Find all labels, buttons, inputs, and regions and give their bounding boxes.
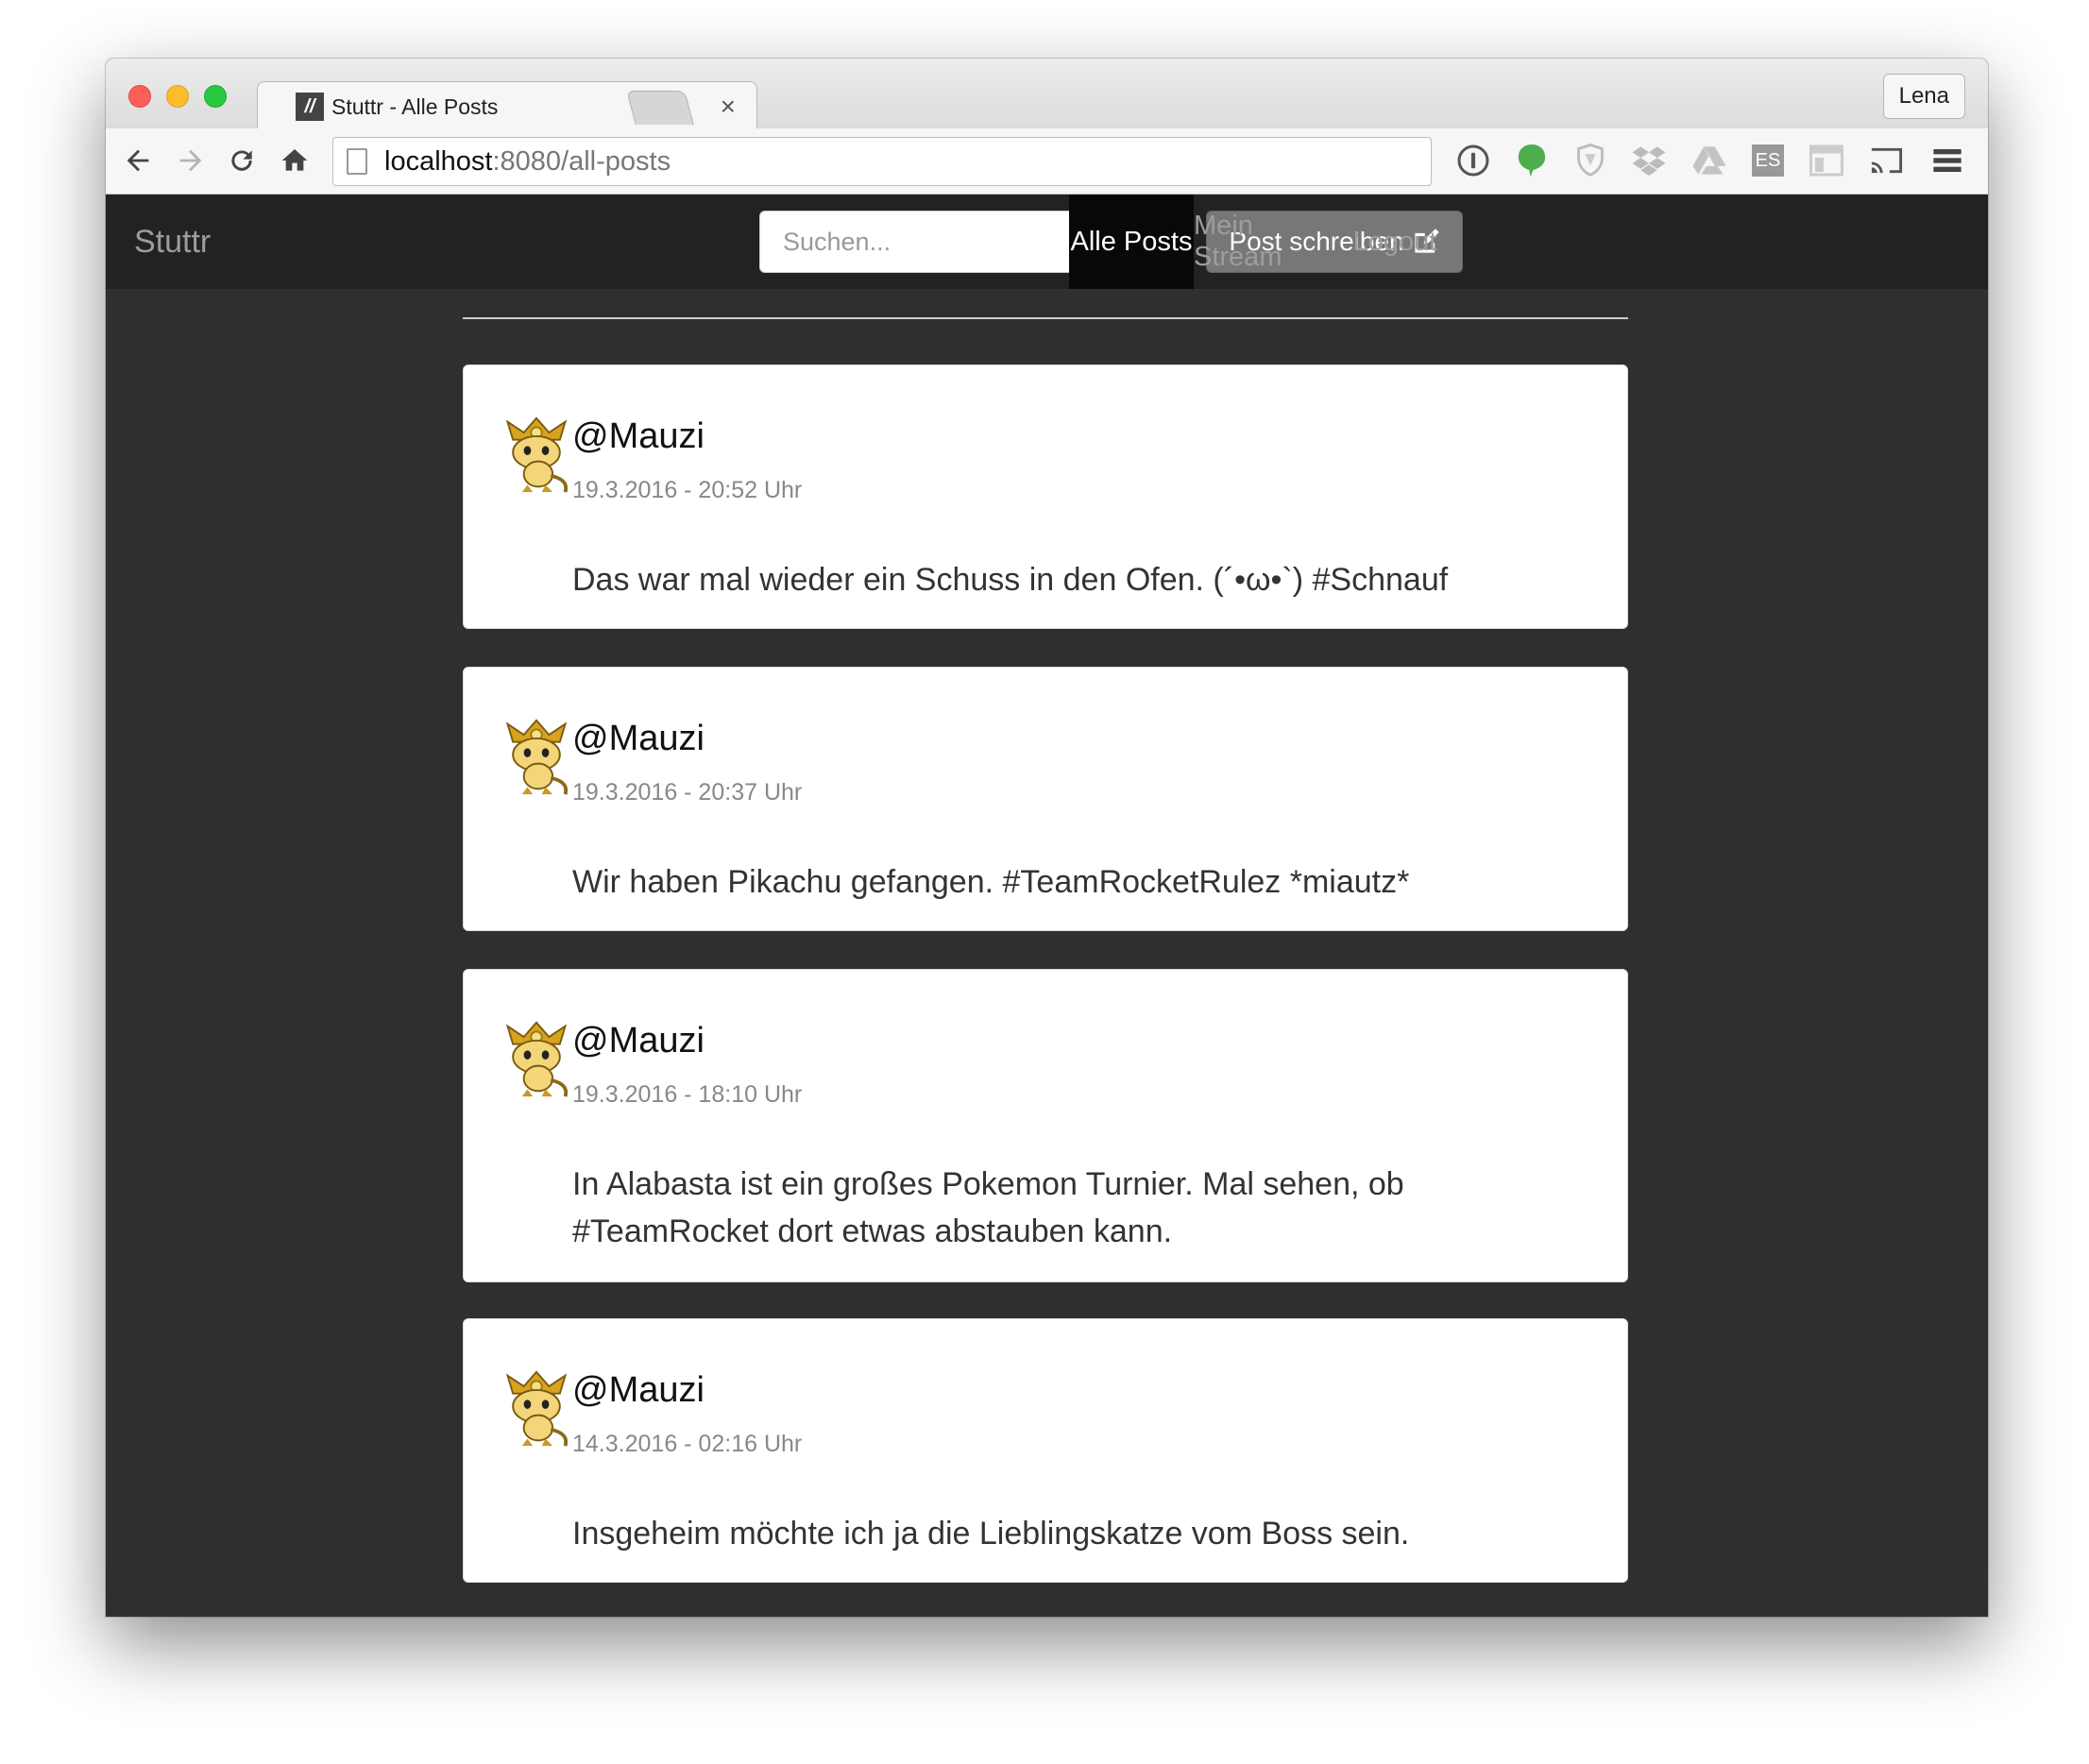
url-path: :8080/all-posts <box>492 145 671 177</box>
reload-icon[interactable] <box>223 142 261 179</box>
url-host: localhost <box>384 145 493 177</box>
brand-logo[interactable]: Stuttr <box>134 195 211 289</box>
avatar <box>505 1021 569 1097</box>
minimize-window-button[interactable] <box>166 85 189 108</box>
shield-icon[interactable] <box>1571 142 1609 179</box>
evernote-icon[interactable] <box>1513 142 1551 179</box>
es-label: ES <box>1752 144 1784 177</box>
es-icon[interactable]: ES <box>1749 142 1787 179</box>
dropbox-icon[interactable] <box>1630 142 1668 179</box>
nav-all-posts[interactable]: Alle Posts <box>1069 195 1194 289</box>
app-navbar: Stuttr Post schreiben Alle Posts Mein St… <box>106 195 1988 289</box>
forward-icon[interactable] <box>172 142 210 179</box>
post-date: 19.3.2016 - 18:10 Uhr <box>572 1081 803 1108</box>
tab-title: Stuttr - Alle Posts <box>331 93 499 119</box>
nav-logout[interactable]: Logout <box>1339 195 1451 289</box>
post-username[interactable]: @Mauzi <box>572 719 705 759</box>
post-username[interactable]: @Mauzi <box>572 416 705 457</box>
maximize-window-button[interactable] <box>204 85 227 108</box>
profile-button[interactable]: Lena <box>1882 74 1965 119</box>
address-bar[interactable]: localhost:8080/all-posts <box>332 137 1432 186</box>
avatar <box>505 719 569 795</box>
menu-icon[interactable] <box>1928 142 1966 179</box>
avatar <box>505 1370 569 1447</box>
browser-toolbar: localhost:8080/all-posts ES <box>106 128 1988 195</box>
post-card: @Mauzi 19.3.2016 - 20:52 Uhr Das war mal… <box>463 365 1628 629</box>
post-text: Wir haben Pikachu gefangen. #TeamRocketR… <box>572 864 1410 900</box>
page-icon <box>347 148 367 175</box>
post-date: 14.3.2016 - 02:16 Uhr <box>572 1431 803 1457</box>
search-input[interactable] <box>759 211 1082 273</box>
post-username[interactable]: @Mauzi <box>572 1370 705 1411</box>
back-icon[interactable] <box>119 142 157 179</box>
avatar <box>505 416 569 493</box>
onepassword-icon[interactable] <box>1454 142 1492 179</box>
post-card: @Mauzi 14.3.2016 - 02:16 Uhr Insgeheim m… <box>463 1318 1628 1583</box>
browser-window: // Stuttr - Alle Posts × Lena localhost:… <box>106 59 1988 1617</box>
favicon-icon: // <box>296 93 324 121</box>
new-tab-button[interactable] <box>626 91 694 125</box>
post-username[interactable]: @Mauzi <box>572 1021 705 1061</box>
post-text: In Alabasta ist ein großes Pokemon Turni… <box>572 1166 1404 1249</box>
post-text: Insgeheim möchte ich ja die Lieblingskat… <box>572 1516 1410 1552</box>
home-icon[interactable] <box>276 142 314 179</box>
nav-my-stream[interactable]: Mein Stream <box>1194 195 1339 289</box>
post-card: @Mauzi 19.3.2016 - 20:37 Uhr Wir haben P… <box>463 667 1628 931</box>
layout-icon[interactable] <box>1808 142 1845 179</box>
post-date: 19.3.2016 - 20:37 Uhr <box>572 779 803 806</box>
drive-icon[interactable] <box>1690 142 1728 179</box>
divider <box>463 317 1628 319</box>
close-window-button[interactable] <box>128 85 151 108</box>
post-text: Das war mal wieder ein Schuss in den Ofe… <box>572 562 1449 598</box>
post-date: 19.3.2016 - 20:52 Uhr <box>572 477 803 503</box>
title-bar: // Stuttr - Alle Posts × Lena <box>106 59 1988 130</box>
cast-icon[interactable] <box>1868 142 1906 179</box>
posts-feed: @Mauzi 19.3.2016 - 20:52 Uhr Das war mal… <box>106 289 1988 1617</box>
post-card: @Mauzi 19.3.2016 - 18:10 Uhr In Alabasta… <box>463 969 1628 1282</box>
tab-close-icon[interactable]: × <box>721 92 736 122</box>
